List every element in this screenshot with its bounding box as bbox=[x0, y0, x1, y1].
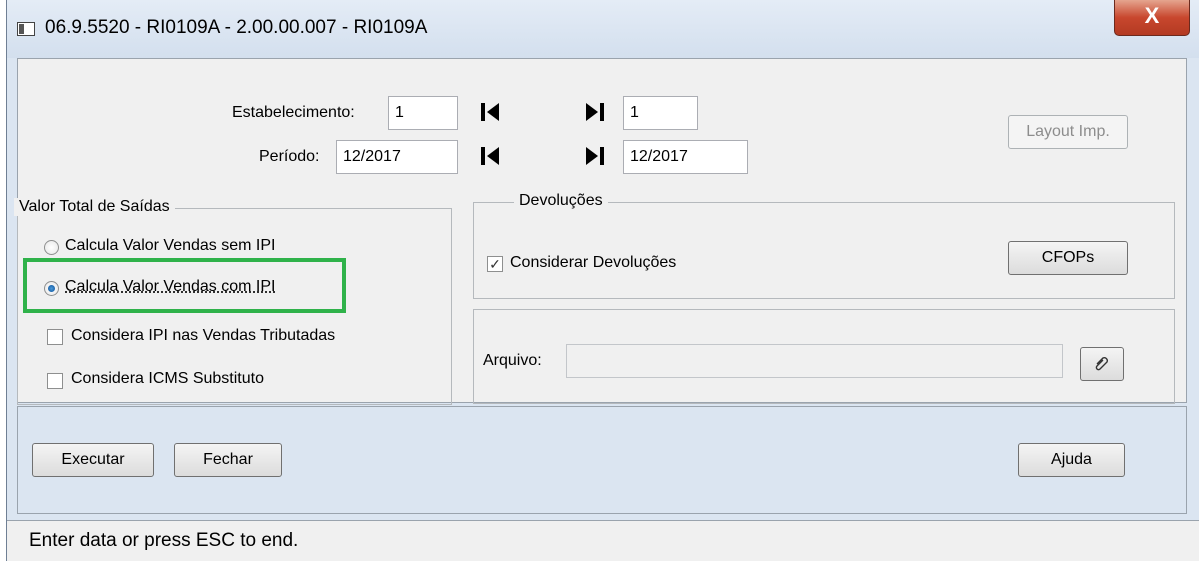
last-period-icon[interactable] bbox=[584, 145, 606, 167]
arquivo-field[interactable] bbox=[566, 344, 1063, 378]
check-ipi-tributadas[interactable] bbox=[47, 329, 63, 345]
browse-file-button[interactable] bbox=[1080, 347, 1124, 381]
first-record-icon[interactable] bbox=[479, 101, 501, 123]
actions-panel: Executar Fechar Ajuda bbox=[17, 406, 1187, 514]
first-period-icon[interactable] bbox=[479, 145, 501, 167]
estabelecimento-to-field[interactable]: 1 bbox=[623, 96, 698, 130]
close-button[interactable]: X bbox=[1114, 0, 1190, 36]
ajuda-button[interactable]: Ajuda bbox=[1018, 443, 1125, 477]
title-bar[interactable]: 06.9.5520 - RI0109A - 2.00.00.007 - RI01… bbox=[7, 0, 1199, 58]
estabelecimento-from-field[interactable]: 1 bbox=[388, 96, 458, 130]
executar-button[interactable]: Executar bbox=[32, 443, 154, 477]
highlight-box bbox=[23, 258, 346, 313]
estabelecimento-label: Estabelecimento: bbox=[232, 104, 355, 121]
radio-sem-ipi-label[interactable]: Calcula Valor Vendas sem IPI bbox=[65, 237, 275, 255]
valor-total-legend: Valor Total de Saídas bbox=[14, 198, 175, 216]
check-considerar-devolucoes[interactable]: ✓ bbox=[487, 256, 503, 272]
cfops-button[interactable]: CFOPs bbox=[1008, 241, 1128, 275]
periodo-label: Período: bbox=[259, 148, 320, 165]
check-ipi-tributadas-label[interactable]: Considera IPI nas Vendas Tributadas bbox=[71, 327, 335, 345]
check-icms-substituto[interactable] bbox=[47, 373, 63, 389]
app-icon bbox=[17, 22, 35, 36]
last-record-icon[interactable] bbox=[584, 101, 606, 123]
check-icms-substituto-label[interactable]: Considera ICMS Substituto bbox=[71, 370, 264, 388]
radio-sem-ipi[interactable] bbox=[44, 240, 59, 255]
dialog-window: 06.9.5520 - RI0109A - 2.00.00.007 - RI01… bbox=[6, 0, 1199, 561]
layout-imp-button[interactable]: Layout Imp. bbox=[1008, 115, 1128, 149]
fechar-button[interactable]: Fechar bbox=[174, 443, 282, 477]
devolucoes-legend: Devoluções bbox=[514, 192, 608, 210]
parameters-panel: Estabelecimento: 1 1 Período: 12/2017 12… bbox=[14, 58, 1187, 405]
arquivo-label: Arquivo: bbox=[483, 352, 542, 369]
check-considerar-devolucoes-label[interactable]: Considerar Devoluções bbox=[510, 254, 676, 272]
periodo-from-field[interactable]: 12/2017 bbox=[336, 140, 458, 174]
paperclip-icon bbox=[1095, 357, 1108, 371]
status-bar: Enter data or press ESC to end. bbox=[7, 520, 1199, 561]
window-title: 06.9.5520 - RI0109A - 2.00.00.007 - RI01… bbox=[45, 17, 428, 38]
periodo-to-field[interactable]: 12/2017 bbox=[623, 140, 748, 174]
